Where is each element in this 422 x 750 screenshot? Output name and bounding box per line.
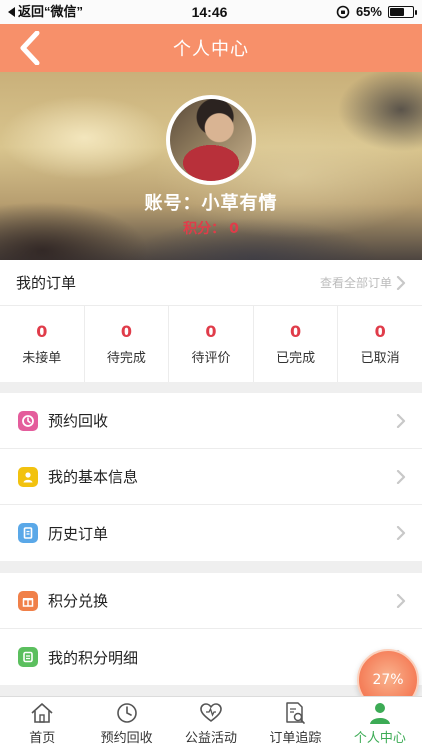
order-status-label: 未接单: [22, 351, 62, 366]
orders-header: 我的订单 查看全部订单: [0, 260, 422, 306]
back-to-wechat-label: 返回“微信”: [18, 4, 84, 19]
order-status-completed[interactable]: 0 已完成: [254, 306, 339, 382]
order-status-row: 0 未接单 0 待完成 0 待评价 0 已完成 0 已取消: [0, 306, 422, 382]
order-status-label: 已完成: [276, 351, 316, 366]
tab-bar: 首页 预约回收 公益活动 订单追踪 个人中心: [0, 696, 422, 750]
menu-item-label: 我的积分明细: [48, 648, 139, 667]
menu-item-order-history[interactable]: 历史订单: [0, 505, 422, 561]
list-icon: [18, 647, 38, 667]
tab-order-tracking[interactable]: 订单追踪: [253, 697, 337, 750]
chevron-right-icon: [396, 526, 406, 540]
tab-book-recycle[interactable]: 预约回收: [84, 697, 168, 750]
points-value: 0: [229, 221, 239, 237]
tab-charity[interactable]: 公益活动: [169, 697, 253, 750]
back-triangle-icon: [8, 7, 15, 17]
chevron-right-icon: [396, 593, 406, 608]
order-status-label: 待评价: [191, 351, 231, 366]
tab-home[interactable]: 首页: [0, 697, 84, 750]
status-time: 14:46: [191, 4, 228, 20]
chevron-right-icon: [396, 275, 406, 290]
menu-item-points-exchange[interactable]: 积分兑换: [0, 573, 422, 629]
points-label: 积分：: [183, 221, 226, 237]
view-all-orders-link[interactable]: 查看全部订单: [320, 274, 406, 291]
orders-section: 我的订单 查看全部订单 0 未接单 0 待完成 0 待评价 0 已完成 0 已取…: [0, 260, 422, 382]
profile-header: 账号：小草有情 积分： 0: [0, 72, 422, 260]
person-icon: [18, 466, 38, 487]
tab-label: 订单追踪: [269, 731, 322, 746]
order-status-to-complete[interactable]: 0 待完成: [85, 306, 170, 382]
view-all-orders-label: 查看全部订单: [319, 276, 392, 290]
home-icon: [31, 703, 53, 723]
order-status-count: 0: [205, 322, 217, 341]
order-status-label: 已取消: [360, 351, 400, 366]
document-icon: [18, 523, 38, 543]
menu-item-label: 积分兑换: [48, 592, 109, 610]
menu-item-label: 我的基本信息: [48, 468, 139, 486]
user-icon: [369, 703, 390, 724]
order-status-to-review[interactable]: 0 待评价: [169, 306, 254, 382]
order-status-count: 0: [36, 322, 48, 341]
tab-label: 个人中心: [353, 731, 406, 746]
order-status-label: 待完成: [106, 351, 146, 366]
order-status-count: 0: [120, 322, 132, 341]
menu-item-book-recycle[interactable]: 预约回收: [0, 393, 422, 449]
menu-item-basic-info[interactable]: 我的基本信息: [0, 449, 422, 505]
menu-group-services: 预约回收 我的基本信息 历史订单: [0, 393, 422, 561]
account-name: 账号：小草有情: [144, 193, 278, 214]
status-bar: 返回“微信” 14:46 65%: [0, 0, 422, 24]
chevron-left-icon: [20, 31, 40, 65]
nav-bar: 个人中心: [0, 24, 422, 72]
battery-icon: [387, 6, 417, 18]
tab-personal-center[interactable]: 个人中心: [338, 697, 422, 750]
order-status-pending[interactable]: 0 未接单: [0, 306, 85, 382]
clock-icon: [18, 410, 38, 431]
progress-bubble-text: 27%: [372, 672, 404, 688]
page-title: 个人中心: [173, 39, 249, 60]
order-status-count: 0: [290, 322, 302, 341]
order-status-cancelled[interactable]: 0 已取消: [338, 306, 422, 382]
back-button[interactable]: [10, 24, 50, 72]
chevron-right-icon: [396, 413, 406, 428]
points-display: 积分： 0: [0, 218, 422, 238]
menu-item-label: 历史订单: [48, 524, 109, 543]
heart-icon: [200, 703, 222, 722]
order-search-icon: [286, 702, 306, 724]
menu-item-label: 预约回收: [48, 412, 109, 430]
battery-level: [389, 8, 405, 16]
order-status-count: 0: [374, 322, 386, 341]
back-to-wechat[interactable]: 返回“微信”: [8, 0, 83, 24]
gift-icon: [18, 590, 38, 611]
avatar[interactable]: [166, 95, 256, 185]
orders-title: 我的订单: [16, 274, 77, 292]
tab-label: 公益活动: [185, 731, 238, 746]
tab-label: 预约回收: [100, 731, 153, 746]
orientation-lock-icon: [336, 5, 350, 19]
battery-percent: 65%: [355, 4, 382, 19]
clock-icon: [116, 703, 137, 723]
tab-label: 首页: [29, 731, 56, 746]
chevron-right-icon: [396, 469, 406, 484]
